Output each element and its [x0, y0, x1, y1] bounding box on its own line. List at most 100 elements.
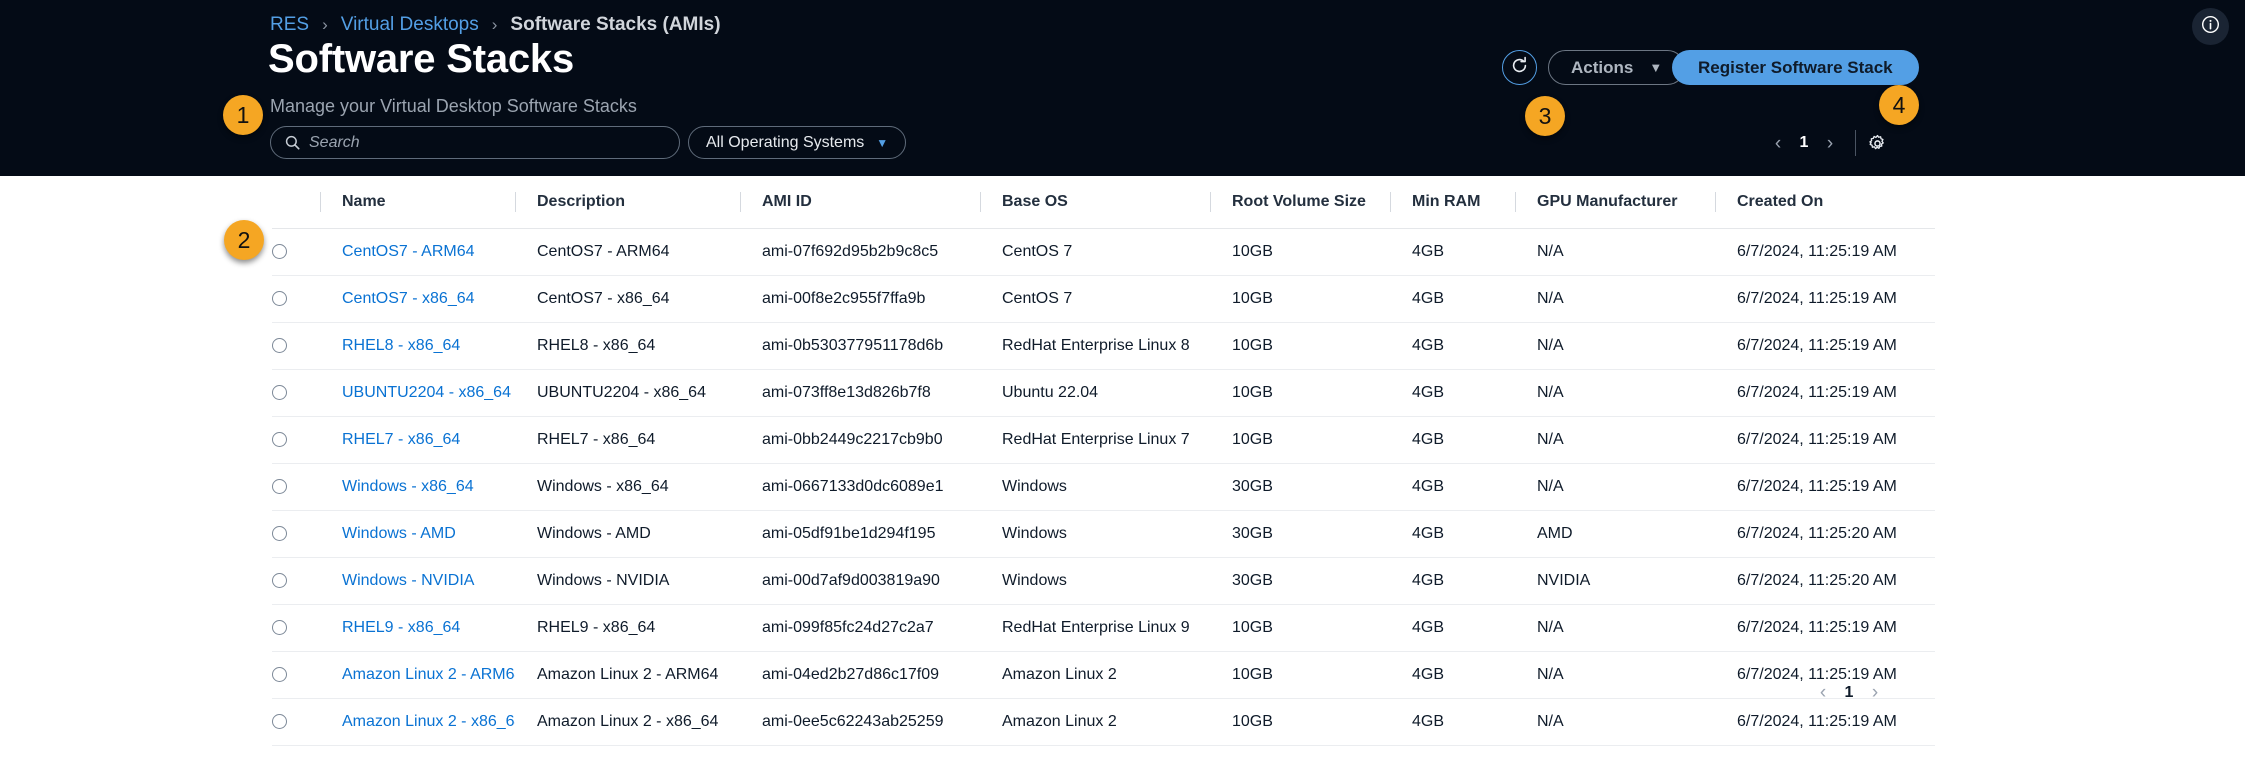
row-select-cell[interactable] — [272, 464, 320, 511]
actions-button[interactable]: Actions ▼ — [1548, 50, 1685, 85]
row-select-cell[interactable] — [272, 558, 320, 605]
software-stacks-table: Name Description AMI ID Base OS Root Vol… — [272, 176, 1891, 746]
page-subtitle: Manage your Virtual Desktop Software Sta… — [270, 96, 637, 117]
refresh-button[interactable] — [1502, 50, 1537, 85]
cell-description: RHEL9 - x86_64 — [515, 605, 740, 652]
cell-base-os: Windows — [980, 511, 1210, 558]
row-select-cell[interactable] — [272, 605, 320, 652]
pagination-page-number[interactable]: 1 — [1791, 134, 1817, 152]
cell-name[interactable]: RHEL7 - x86_64 — [320, 417, 515, 464]
table-row[interactable]: Windows - NVIDIAWindows - NVIDIAami-00d7… — [272, 558, 1935, 605]
column-header-created-on[interactable]: Created On — [1715, 176, 1935, 229]
column-header-ami-id[interactable]: AMI ID — [740, 176, 980, 229]
cell-root-volume-size: 10GB — [1210, 652, 1390, 699]
cell-name[interactable]: CentOS7 - x86_64 — [320, 276, 515, 323]
cell-root-volume-size: 10GB — [1210, 370, 1390, 417]
row-radio-button[interactable] — [272, 479, 287, 494]
info-button[interactable] — [2192, 8, 2229, 45]
breadcrumb: RES › Virtual Desktops › Software Stacks… — [270, 14, 721, 36]
cell-name[interactable]: UBUNTU2204 - x86_64 — [320, 370, 515, 417]
table-row[interactable]: RHEL9 - x86_64RHEL9 - x86_64ami-099f85fc… — [272, 605, 1935, 652]
cell-name[interactable]: RHEL9 - x86_64 — [320, 605, 515, 652]
row-radio-button[interactable] — [272, 244, 287, 259]
cell-name[interactable]: Windows - NVIDIA — [320, 558, 515, 605]
row-radio-button[interactable] — [272, 338, 287, 353]
breadcrumb-item-res[interactable]: RES — [270, 14, 309, 36]
row-select-cell[interactable] — [272, 229, 320, 276]
pagination-page-number[interactable]: 1 — [1836, 684, 1862, 702]
software-stack-link[interactable]: UBUNTU2204 - x86_64 — [342, 384, 511, 401]
cell-description: CentOS7 - ARM64 — [515, 229, 740, 276]
row-radio-button[interactable] — [272, 385, 287, 400]
row-select-cell[interactable] — [272, 652, 320, 699]
cell-name[interactable]: Amazon Linux 2 - x86_64 — [320, 699, 515, 746]
software-stack-link[interactable]: RHEL8 - x86_64 — [342, 337, 460, 354]
cell-root-volume-size: 10GB — [1210, 229, 1390, 276]
table-row[interactable]: Amazon Linux 2 - ARM64Amazon Linux 2 - A… — [272, 652, 1935, 699]
row-select-cell[interactable] — [272, 511, 320, 558]
cell-min-ram: 4GB — [1390, 229, 1515, 276]
row-select-cell[interactable] — [272, 323, 320, 370]
pagination-prev-button[interactable]: ‹ — [1765, 134, 1791, 153]
software-stack-link[interactable]: Windows - NVIDIA — [342, 572, 474, 589]
pagination-next-button[interactable]: › — [1817, 134, 1843, 153]
table-row[interactable]: RHEL7 - x86_64RHEL7 - x86_64ami-0bb2449c… — [272, 417, 1935, 464]
row-select-cell[interactable] — [272, 370, 320, 417]
software-stack-link[interactable]: CentOS7 - ARM64 — [342, 243, 475, 260]
register-software-stack-button[interactable]: Register Software Stack — [1672, 50, 1919, 85]
pagination-prev-button[interactable]: ‹ — [1810, 683, 1836, 702]
cell-name[interactable]: Amazon Linux 2 - ARM64 — [320, 652, 515, 699]
table-row[interactable]: RHEL8 - x86_64RHEL8 - x86_64ami-0b530377… — [272, 323, 1935, 370]
table-row[interactable]: UBUNTU2204 - x86_64UBUNTU2204 - x86_64am… — [272, 370, 1935, 417]
cell-created-on: 6/7/2024, 11:25:20 AM — [1715, 511, 1935, 558]
cell-base-os: RedHat Enterprise Linux 7 — [980, 417, 1210, 464]
row-select-cell[interactable] — [272, 699, 320, 746]
row-radio-button[interactable] — [272, 432, 287, 447]
software-stack-link[interactable]: Windows - x86_64 — [342, 478, 474, 495]
row-radio-button[interactable] — [272, 714, 287, 729]
annotation-badge-4: 4 — [1879, 85, 1919, 125]
software-stack-link[interactable]: RHEL7 - x86_64 — [342, 431, 460, 448]
cell-name[interactable]: Windows - x86_64 — [320, 464, 515, 511]
row-radio-button[interactable] — [272, 620, 287, 635]
row-radio-button[interactable] — [272, 291, 287, 306]
column-header-root-volume-size[interactable]: Root Volume Size — [1210, 176, 1390, 229]
cell-root-volume-size: 30GB — [1210, 511, 1390, 558]
table-row[interactable]: Amazon Linux 2 - x86_64Amazon Linux 2 - … — [272, 699, 1935, 746]
software-stack-link[interactable]: CentOS7 - x86_64 — [342, 290, 475, 307]
column-header-min-ram[interactable]: Min RAM — [1390, 176, 1515, 229]
cell-root-volume-size: 30GB — [1210, 464, 1390, 511]
software-stack-link[interactable]: Windows - AMD — [342, 525, 456, 542]
operating-system-filter-select[interactable]: All Operating Systems ▼ — [688, 126, 906, 159]
software-stack-link[interactable]: Amazon Linux 2 - ARM64 — [342, 666, 515, 683]
cell-gpu-manufacturer: N/A — [1515, 417, 1715, 464]
pagination-next-button[interactable]: › — [1862, 683, 1888, 702]
cell-name[interactable]: RHEL8 - x86_64 — [320, 323, 515, 370]
row-radio-button[interactable] — [272, 526, 287, 541]
cell-min-ram: 4GB — [1390, 276, 1515, 323]
software-stack-link[interactable]: RHEL9 - x86_64 — [342, 619, 460, 636]
annotation-badge-3: 3 — [1525, 96, 1565, 136]
breadcrumb-item-virtual-desktops[interactable]: Virtual Desktops — [341, 14, 479, 36]
row-select-cell[interactable] — [272, 417, 320, 464]
table-row[interactable]: CentOS7 - ARM64CentOS7 - ARM64ami-07f692… — [272, 229, 1935, 276]
column-header-name[interactable]: Name — [320, 176, 515, 229]
search-box[interactable] — [270, 126, 680, 159]
row-radio-button[interactable] — [272, 667, 287, 682]
row-select-cell[interactable] — [272, 276, 320, 323]
gear-icon[interactable] — [1868, 134, 1887, 153]
column-header-gpu-manufacturer[interactable]: GPU Manufacturer — [1515, 176, 1715, 229]
column-header-base-os[interactable]: Base OS — [980, 176, 1210, 229]
row-radio-button[interactable] — [272, 573, 287, 588]
software-stack-link[interactable]: Amazon Linux 2 - x86_64 — [342, 713, 515, 730]
breadcrumb-item-software-stacks: Software Stacks (AMIs) — [510, 14, 720, 36]
cell-root-volume-size: 10GB — [1210, 605, 1390, 652]
table-row[interactable]: Windows - x86_64Windows - x86_64ami-0667… — [272, 464, 1935, 511]
table-row[interactable]: Windows - AMDWindows - AMDami-05df91be1d… — [272, 511, 1935, 558]
cell-name[interactable]: Windows - AMD — [320, 511, 515, 558]
search-input[interactable] — [309, 134, 665, 152]
column-header-description[interactable]: Description — [515, 176, 740, 229]
table-row[interactable]: CentOS7 - x86_64CentOS7 - x86_64ami-00f8… — [272, 276, 1935, 323]
cell-name[interactable]: CentOS7 - ARM64 — [320, 229, 515, 276]
pagination-bottom: ‹ 1 › — [1810, 683, 1888, 702]
